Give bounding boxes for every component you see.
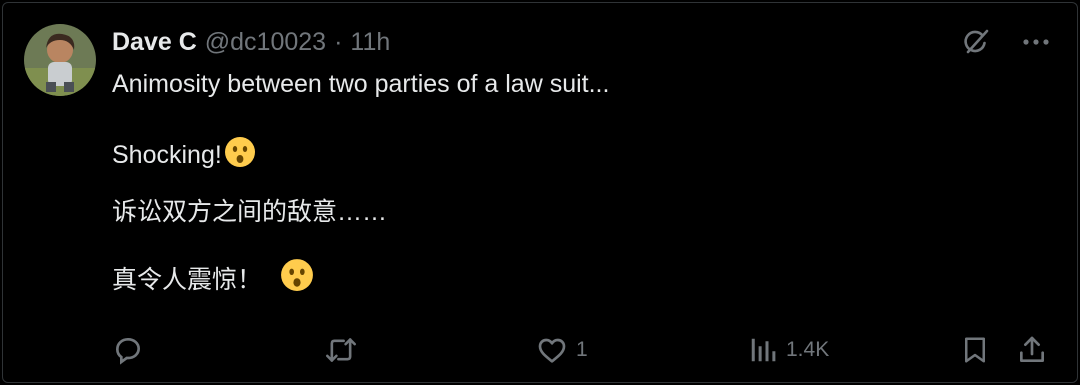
retweet-icon	[325, 338, 357, 362]
bookmark-icon	[965, 337, 985, 363]
tweet-actions-bar: 1 1.4K	[0, 332, 1080, 368]
separator-dot: ·	[334, 27, 343, 56]
like-icon	[538, 338, 566, 363]
tweet-text: 真令人震惊！	[112, 266, 263, 294]
tweet-text-line: Shocking!	[112, 136, 256, 175]
astonished-face-icon	[224, 136, 256, 175]
like-button[interactable]: 1	[536, 332, 588, 368]
tweet-header: Dave C @dc10023 · 11h	[112, 24, 390, 60]
share-icon	[1020, 336, 1044, 362]
like-count: 1	[576, 338, 588, 361]
reply-button[interactable]	[112, 332, 152, 368]
astonished-face-icon	[280, 258, 314, 299]
views-count: 1.4K	[786, 338, 830, 361]
tweet-text: Shocking!	[112, 140, 222, 169]
tweet-top-actions	[960, 26, 1050, 58]
avatar[interactable]	[24, 24, 96, 96]
reply-icon	[115, 337, 141, 365]
tweet-text-line: 真令人震惊！	[112, 258, 314, 298]
author-name[interactable]: Dave C	[112, 28, 197, 57]
author-handle[interactable]: @dc10023	[205, 28, 326, 57]
share-button[interactable]	[1016, 332, 1048, 368]
views-button[interactable]: 1.4K	[748, 332, 829, 368]
views-icon	[751, 338, 776, 362]
more-icon[interactable]	[1022, 38, 1050, 46]
grok-icon[interactable]	[960, 26, 992, 58]
timestamp[interactable]: 11h	[350, 28, 390, 57]
bookmark-button[interactable]	[960, 332, 990, 368]
tweet-text-line: Animosity between two parties of a law s…	[112, 69, 610, 98]
tweet-text-line: 诉讼双方之间的敌意……	[112, 198, 388, 226]
retweet-button[interactable]	[324, 332, 366, 368]
